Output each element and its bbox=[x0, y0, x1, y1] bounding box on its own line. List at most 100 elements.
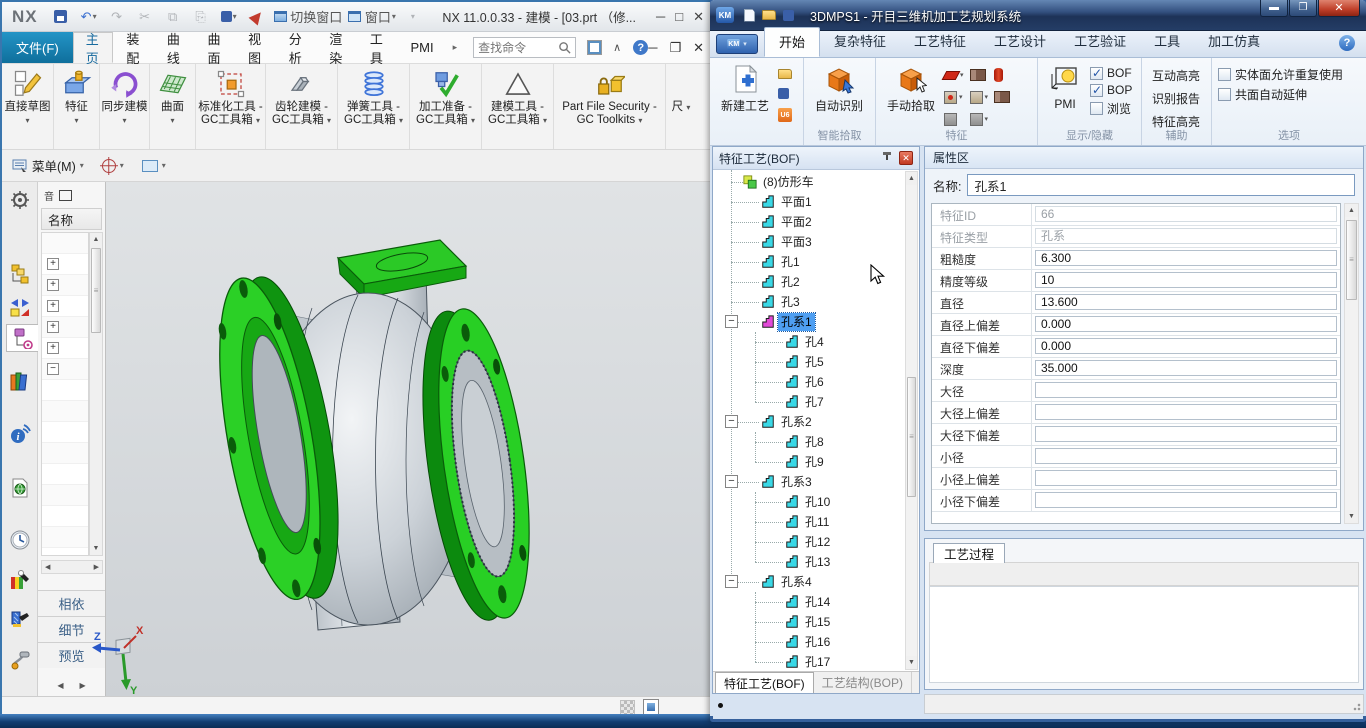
bottom-tab[interactable]: 工艺结构(BOP) bbox=[814, 672, 912, 693]
tree-item[interactable]: 孔13 bbox=[713, 552, 905, 572]
feature-name-input[interactable]: 孔系1 bbox=[967, 174, 1355, 196]
tree-expander[interactable] bbox=[725, 415, 738, 428]
tree-item[interactable]: 平面1 bbox=[713, 192, 905, 212]
minimize-ribbon-icon[interactable]: ∧ bbox=[613, 41, 621, 54]
km-close-button[interactable]: ✕ bbox=[1318, 0, 1360, 17]
ribbon-group-part-file-security[interactable]: Part File Security -GC Toolkits ▾ bbox=[554, 64, 666, 149]
process-tab[interactable]: 工艺过程 bbox=[933, 543, 1005, 563]
process-content[interactable] bbox=[929, 586, 1359, 683]
auto-recognize-button[interactable]: 自动识别 bbox=[810, 62, 868, 129]
km-app-menu-button[interactable]: KM▾ bbox=[716, 34, 758, 54]
3d-viewport[interactable] bbox=[106, 182, 714, 696]
command-find-box[interactable] bbox=[473, 37, 576, 58]
property-row[interactable]: 特征ID 66 bbox=[932, 204, 1340, 226]
ribbon-group-machining-prep[interactable]: 加工准备 -GC工具箱 ▾ bbox=[410, 64, 482, 149]
ug-import-icon[interactable]: U6 bbox=[778, 108, 792, 122]
nx-tab[interactable]: 视图 bbox=[235, 32, 276, 63]
nx-tab[interactable]: 渲染 bbox=[316, 32, 357, 63]
properties-vscrollbar[interactable]: ▲ ▼ bbox=[1344, 203, 1359, 524]
step-feature-button[interactable] bbox=[994, 87, 1010, 107]
open-file-icon[interactable] bbox=[762, 10, 776, 20]
pmi-button[interactable]: PMI bbox=[1044, 62, 1086, 129]
selection-filter-button[interactable]: ▾ bbox=[98, 157, 128, 175]
doc-minimize-button[interactable]: ─ bbox=[648, 40, 657, 55]
nx-tab[interactable]: PMI bbox=[397, 32, 446, 63]
property-value[interactable]: 66 bbox=[1035, 206, 1337, 222]
tree-item[interactable]: 孔系1 bbox=[713, 312, 905, 332]
navigator-tree[interactable]: + + + + + − bbox=[41, 232, 89, 556]
nx-tab[interactable]: 工具 bbox=[357, 32, 398, 63]
km-tab[interactable]: 工具 bbox=[1140, 27, 1194, 57]
nx-maximize-button[interactable]: □ bbox=[675, 9, 683, 25]
tree-item[interactable]: 孔8 bbox=[713, 432, 905, 452]
face-feature-button[interactable] bbox=[944, 109, 964, 129]
save-process-icon[interactable] bbox=[778, 88, 789, 99]
doc-close-button[interactable]: ✕ bbox=[693, 40, 704, 56]
tree-expander[interactable] bbox=[725, 575, 738, 588]
nx-tab[interactable]: 分析 bbox=[276, 32, 317, 63]
ribbon-group-modeling-tools[interactable]: 建模工具 -GC工具箱 ▾ bbox=[482, 64, 554, 149]
slot-feature-button[interactable] bbox=[970, 65, 989, 85]
tree-vscrollbar[interactable]: ▲ ▼ bbox=[905, 171, 918, 670]
tree-item[interactable]: (8)仿形车 bbox=[713, 172, 905, 192]
ribbon-group-partial[interactable]: 尺 ▾ bbox=[666, 64, 696, 149]
navigator-section[interactable]: 相依 bbox=[38, 590, 105, 616]
tree-item[interactable]: 孔14 bbox=[713, 592, 905, 612]
property-value[interactable]: 0.000 bbox=[1035, 316, 1337, 332]
tree-item[interactable]: 孔15 bbox=[713, 612, 905, 632]
new-file-icon[interactable] bbox=[744, 9, 755, 22]
status-window-icon[interactable] bbox=[643, 699, 659, 715]
color-wand-icon[interactable] bbox=[6, 566, 34, 594]
ribbon-group-direct-sketch[interactable]: 直接草图▾ bbox=[2, 64, 54, 149]
nx-file-tab[interactable]: 文件(F) bbox=[2, 32, 73, 63]
tree-item[interactable]: 孔12 bbox=[713, 532, 905, 552]
km-tab[interactable]: 工艺设计 bbox=[980, 27, 1060, 57]
status-grid-icon[interactable] bbox=[620, 700, 635, 715]
doc-restore-button[interactable]: ❐ bbox=[669, 40, 681, 56]
rectangle-select-button[interactable]: ▾ bbox=[138, 158, 170, 174]
ribbon-checkbox[interactable]: 实体面允许重复使用 bbox=[1218, 66, 1343, 83]
property-row[interactable]: 小径下偏差 bbox=[932, 490, 1340, 512]
qat-customize-icon[interactable]: ▾ bbox=[402, 6, 424, 28]
hole-feature-button[interactable]: ▾ bbox=[944, 87, 964, 107]
fullscreen-icon[interactable] bbox=[588, 41, 601, 54]
km-tab[interactable]: 工艺验证 bbox=[1060, 27, 1140, 57]
property-row[interactable]: 小径上偏差 bbox=[932, 468, 1340, 490]
property-row[interactable]: 深度 35.000 bbox=[932, 358, 1340, 380]
undo-button[interactable]: ↶▾ bbox=[78, 6, 100, 28]
property-row[interactable]: 精度等级 10 bbox=[932, 270, 1340, 292]
paste-icon[interactable]: ⎘ bbox=[190, 6, 212, 28]
other-feature-button[interactable]: ▾ bbox=[970, 109, 989, 129]
nx-tab[interactable]: 主页 bbox=[73, 32, 114, 63]
tree-item[interactable]: 平面2 bbox=[713, 212, 905, 232]
manual-pick-button[interactable]: 手动拾取 bbox=[882, 62, 940, 129]
ribbon-checkbox[interactable]: BOF bbox=[1090, 66, 1132, 80]
tree-item[interactable]: 孔9 bbox=[713, 452, 905, 472]
tree-expander[interactable] bbox=[725, 475, 738, 488]
property-value[interactable] bbox=[1035, 404, 1337, 420]
open-process-icon[interactable] bbox=[778, 69, 792, 79]
tree-item[interactable]: 孔系3 bbox=[713, 472, 905, 492]
property-value[interactable]: 35.000 bbox=[1035, 360, 1337, 376]
property-row[interactable]: 直径下偏差 0.000 bbox=[932, 336, 1340, 358]
km-tab[interactable]: 复杂特征 bbox=[820, 27, 900, 57]
km-help-icon[interactable]: ? bbox=[1339, 35, 1355, 51]
property-row[interactable]: 特征类型 孔系 bbox=[932, 226, 1340, 248]
feature-tree[interactable]: (8)仿形车 平面1 bbox=[713, 170, 905, 671]
property-value[interactable]: 孔系 bbox=[1035, 228, 1337, 244]
property-row[interactable]: 大径下偏差 bbox=[932, 424, 1340, 446]
constraint-navigator-icon[interactable] bbox=[6, 294, 34, 322]
save-button[interactable] bbox=[50, 6, 72, 28]
navigator-vscrollbar[interactable]: ▲ ▼ bbox=[89, 232, 103, 556]
more-tabs-icon[interactable]: ▸ bbox=[447, 32, 464, 63]
tree-item[interactable]: 孔11 bbox=[713, 512, 905, 532]
tools-hammer-icon[interactable] bbox=[6, 646, 34, 674]
tree-item[interactable]: 孔7 bbox=[713, 392, 905, 412]
km-tab[interactable]: 工艺特征 bbox=[900, 27, 980, 57]
bottom-tab[interactable]: 特征工艺(BOF) bbox=[715, 672, 814, 693]
ribbon-checkbox[interactable]: 共面自动延伸 bbox=[1218, 86, 1343, 103]
property-value[interactable] bbox=[1035, 426, 1337, 442]
property-value[interactable] bbox=[1035, 382, 1337, 398]
ribbon-group-feature[interactable]: 特征▾ bbox=[54, 64, 100, 149]
web-browser-icon[interactable] bbox=[6, 474, 34, 502]
